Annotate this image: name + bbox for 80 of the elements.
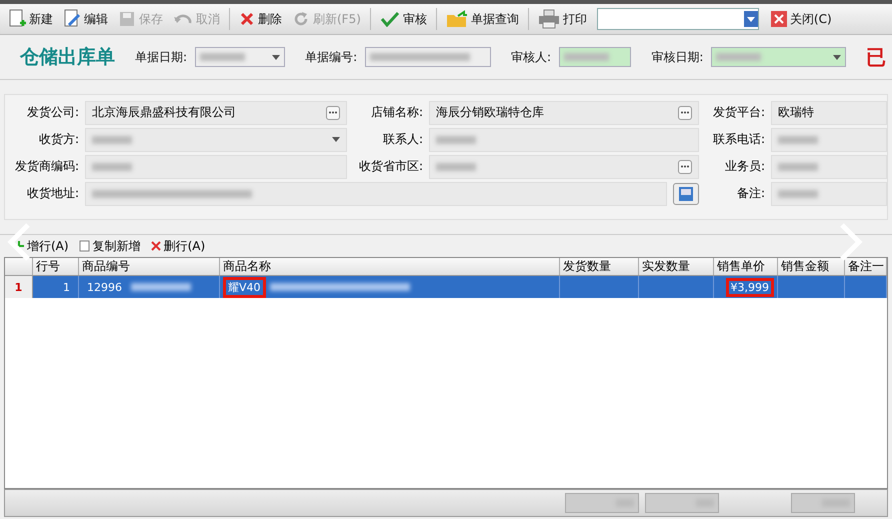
- grid-action-button[interactable]: 复制新增: [78, 238, 141, 254]
- header-field[interactable]: [365, 47, 491, 67]
- toolbar-button[interactable]: 编辑: [59, 7, 112, 31]
- table-cell-text: 1: [62, 280, 71, 296]
- copy-icon: [78, 240, 90, 252]
- column-header: 实发数量: [639, 258, 714, 275]
- header-field[interactable]: [559, 47, 632, 67]
- field-label: 单据日期:: [135, 48, 188, 66]
- column-header: 备注一: [845, 258, 887, 275]
- field-label: 备注:: [736, 185, 766, 202]
- dropdown-caret-icon: [332, 137, 340, 142]
- field-label: 收货方:: [38, 131, 80, 148]
- toolbar-button[interactable]: 新建: [4, 7, 57, 31]
- field-label: 收货省市区:: [358, 158, 424, 175]
- header-field[interactable]: [711, 47, 846, 67]
- toolbar-button[interactable]: 单据查询: [442, 8, 523, 30]
- row-marker: 1: [5, 276, 33, 298]
- column-header: 销售金额: [778, 258, 845, 275]
- field-label: 发货商编码:: [14, 158, 80, 175]
- form-field[interactable]: [771, 182, 887, 206]
- caret-icon: [272, 54, 280, 60]
- form-field[interactable]: [85, 128, 347, 152]
- check-icon: [380, 11, 400, 27]
- ellipsis-icon: [329, 111, 337, 114]
- edit-icon: [63, 9, 81, 29]
- form-field[interactable]: [85, 154, 347, 178]
- caret-icon: [833, 54, 841, 60]
- calculator-button[interactable]: [673, 182, 699, 204]
- field-label: 联系人:: [382, 131, 424, 148]
- field-label: 业务员:: [724, 158, 766, 175]
- field-label: 收货地址:: [26, 185, 80, 202]
- header-field[interactable]: [195, 47, 286, 67]
- table-cell-text: 12996: [86, 280, 123, 296]
- close-button[interactable]: 关闭(C): [766, 8, 836, 30]
- toolbar-button[interactable]: 打印: [534, 7, 591, 31]
- column-header: 销售单价: [714, 258, 778, 275]
- ellipsis-icon: [681, 165, 689, 168]
- print-template-select[interactable]: [596, 8, 759, 30]
- column-header: 发货数量: [560, 258, 639, 275]
- field-label: 审核日期:: [651, 48, 704, 66]
- ellipsis-icon: [681, 111, 689, 114]
- form-field[interactable]: [429, 154, 699, 178]
- table-cell: 耀V40: [223, 276, 266, 298]
- delete-icon: [239, 11, 255, 27]
- grid-action-button[interactable]: 增行(A): [14, 238, 69, 254]
- status-text: 已: [866, 44, 886, 70]
- folder-icon: [446, 10, 468, 28]
- lookup-button[interactable]: [678, 160, 692, 174]
- lookup-button[interactable]: [678, 106, 692, 120]
- form-field[interactable]: [429, 128, 699, 152]
- field-label: 联系电话:: [712, 131, 766, 148]
- field-label: 发货公司:: [26, 104, 80, 121]
- field-label: 单据编号:: [305, 48, 358, 66]
- field-label: 发货平台:: [712, 104, 766, 121]
- form-title: 仓储出库单: [20, 45, 115, 70]
- field-label: 审核人:: [510, 48, 551, 66]
- table-cell: ¥3,999: [726, 278, 774, 296]
- form-field[interactable]: 北京海辰鼎盛科技有限公司: [85, 100, 347, 124]
- column-header: 商品名称: [220, 258, 560, 275]
- close-icon: [770, 11, 787, 27]
- lookup-button[interactable]: [326, 106, 340, 120]
- delete-icon: [150, 241, 161, 251]
- calculator-icon: [679, 186, 693, 200]
- field-label: 店铺名称:: [370, 104, 424, 121]
- column-header: 商品编号: [79, 258, 220, 275]
- refresh-icon: [292, 10, 310, 28]
- new-document-icon: [8, 9, 26, 29]
- toolbar-button[interactable]: 删除: [235, 8, 286, 30]
- toolbar-button[interactable]: 审核: [376, 8, 431, 30]
- printer-icon: [538, 9, 560, 29]
- form-field[interactable]: 海辰分销欧瑞特仓库: [429, 100, 699, 124]
- form-field[interactable]: 欧瑞特: [771, 100, 887, 124]
- column-header: 行号: [33, 258, 79, 275]
- grid-action-button[interactable]: 删行(A): [150, 238, 206, 254]
- form-field[interactable]: [771, 154, 887, 178]
- form-field[interactable]: [85, 182, 667, 206]
- dropdown-caret-icon: [744, 11, 758, 27]
- form-field[interactable]: [771, 128, 887, 152]
- save-icon: [118, 10, 136, 28]
- table-row[interactable]: 1 1 12996 耀V40 ¥3,999: [5, 276, 887, 298]
